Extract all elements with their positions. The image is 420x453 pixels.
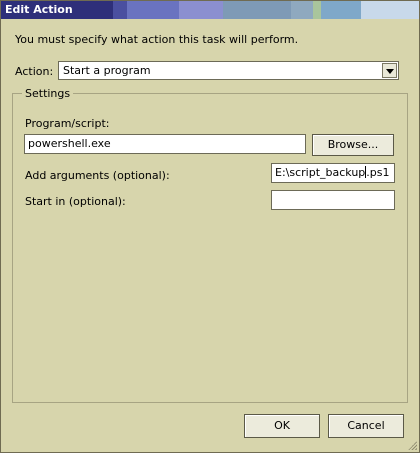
title-bar[interactable]: Edit Action [1,1,419,19]
chevron-down-icon[interactable] [382,63,397,78]
arguments-value-end: .ps1 [366,166,390,179]
window-title: Edit Action [5,3,73,16]
start-in-label: Start in (optional): [25,195,126,208]
action-label: Action: [15,65,54,78]
arguments-label: Add arguments (optional): [25,169,170,182]
program-script-label: Program/script: [25,117,110,130]
edit-action-dialog: Edit Action You must specify what action… [0,0,420,453]
start-in-input[interactable] [271,190,395,210]
arguments-value-start: E:\script_backup [275,166,366,179]
program-script-value: powershell.exe [28,137,111,150]
cancel-button[interactable]: Cancel [328,414,404,438]
instruction-text: You must specify what action this task w… [15,33,299,46]
resize-grip-icon[interactable] [407,440,417,450]
settings-legend: Settings [22,87,74,100]
program-script-input[interactable]: powershell.exe [24,134,306,154]
action-dropdown[interactable]: Start a program [58,61,399,80]
arguments-input[interactable]: E:\script_backup.ps1 [271,163,395,183]
browse-button[interactable]: Browse... [312,134,394,156]
ok-button[interactable]: OK [244,414,320,438]
action-selected-value: Start a program [63,64,151,77]
